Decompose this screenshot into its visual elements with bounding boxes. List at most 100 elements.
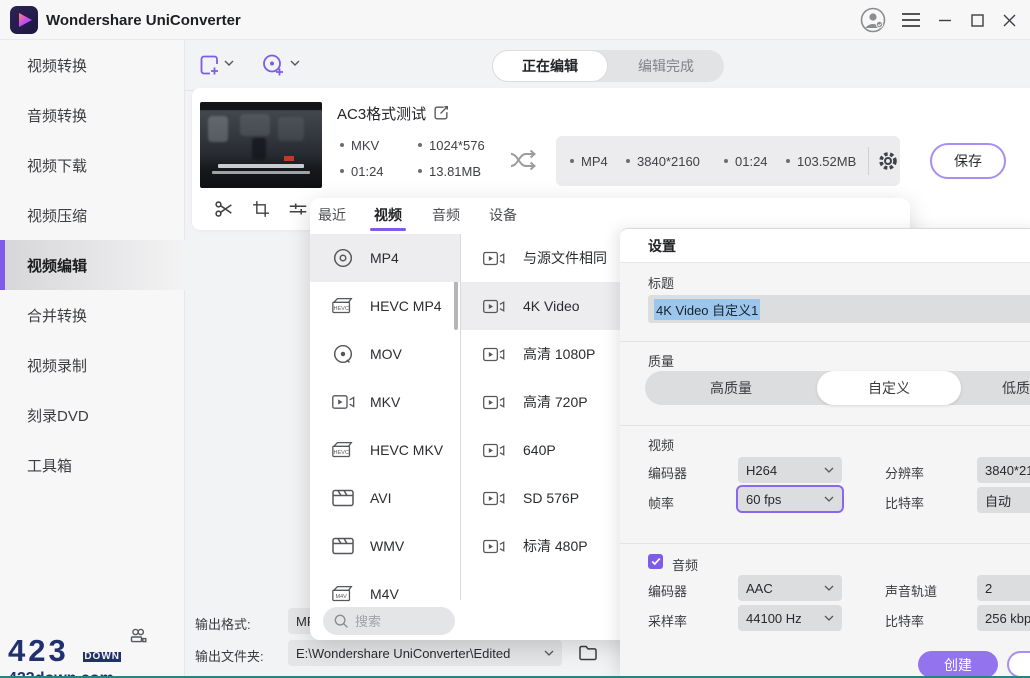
audio-bitrate-label: 比特率 [885,611,924,630]
title-input-selected-text: 4K Video 自定义1 [654,299,760,320]
format-item-hevc-mp4[interactable]: HEVC HEVC MP4 [310,282,460,330]
sidebar-item-video-download[interactable]: 视频下载 [0,140,185,190]
svg-text:HEVC: HEVC [333,306,348,312]
video-framerate-label: 帧率 [648,493,674,512]
section-divider [620,543,1030,544]
format-item-mov[interactable]: MOV [310,330,460,378]
account-avatar[interactable] [858,0,888,40]
search-icon [333,613,349,629]
video-encoder-label: 编码器 [648,463,687,482]
crop-icon[interactable] [249,197,273,221]
sidebar-item-video-edit[interactable]: 视频编辑 [0,240,185,290]
add-file-icon[interactable] [196,52,222,78]
target-settings-gear-icon[interactable] [877,150,899,172]
folder-chevron-icon [544,650,554,657]
tab-edit-done[interactable]: 编辑完成 [608,50,724,82]
disc-icon [330,342,356,366]
video-framerate-select[interactable]: 60 fps [736,485,844,513]
video-encoder-select[interactable]: H264 [738,457,842,483]
effects-sliders-icon[interactable] [286,197,310,221]
video-preset-icon [481,297,505,316]
app-logo-icon [10,6,38,34]
format-item-mkv[interactable]: MKV [310,378,460,426]
audio-channels-value[interactable]: 2 [977,575,1030,601]
video-camera-icon [330,392,356,412]
uniconverter-window: Wondershare UniConverter 视频转换 音频转换 视频下载 [0,0,1030,678]
close-button[interactable] [994,0,1024,40]
popup-tab-device[interactable]: 设备 [489,198,517,232]
video-resolution-value[interactable]: 3840*2160 [977,457,1030,483]
video-preset-icon [481,345,505,364]
open-folder-icon[interactable] [578,644,598,662]
video-bitrate-value[interactable]: 自动 [977,487,1030,513]
video-bitrate-label: 比特率 [885,493,924,512]
video-section-label: 视频 [648,435,674,454]
quality-label: 质量 [648,351,674,370]
accounts-icon[interactable] [128,626,148,646]
format-item-wmv[interactable]: WMV [310,522,460,570]
add-disc-chevron-icon[interactable] [290,60,300,67]
title-input[interactable]: 4K Video 自定义1 [648,295,1030,323]
popup-tab-recent[interactable]: 最近 [318,198,346,232]
title-bar: Wondershare UniConverter [0,0,1030,40]
quality-option-high[interactable]: 高质量 [645,371,817,405]
window-title: Wondershare UniConverter [46,0,241,40]
confirm-button[interactable] [1007,651,1030,678]
settings-panel: 设置 标题 4K Video 自定义1 质量 高质量 自定义 低质量 视频 编码… [620,228,1030,678]
sidebar-item-burn-dvd[interactable]: 刻录DVD [0,390,185,440]
check-icon [651,557,661,566]
format-item-hevc-mkv[interactable]: HEVC HEVC MKV [310,426,460,474]
audio-samplerate-select[interactable]: 44100 Hz [738,605,842,631]
sidebar-item-screen-record[interactable]: 视频录制 [0,340,185,390]
svg-text:HEVC: HEVC [333,450,348,456]
video-thumbnail[interactable] [200,102,322,188]
chevron-down-icon [824,585,834,592]
quality-segmented-control: 高质量 自定义 低质量 [645,371,1030,405]
source-size: 13.81MB [418,162,481,180]
audio-encoder-label: 编码器 [648,581,687,600]
quality-option-custom[interactable]: 自定义 [817,371,961,405]
quality-option-low[interactable]: 低质量 [961,371,1030,405]
convert-shuffle-icon [508,148,538,172]
subtitle-line [218,164,304,168]
minimize-button[interactable] [930,0,960,40]
trim-scissors-icon[interactable] [212,197,236,221]
m4v-badge-icon: M4V [330,582,356,606]
clapperboard-icon [330,487,356,509]
format-item-mp4[interactable]: MP4 [310,234,460,282]
popup-tab-audio[interactable]: 音频 [432,198,460,232]
audio-bitrate-value[interactable]: 256 kbps [977,605,1030,631]
sidebar-item-video-convert[interactable]: 视频转换 [0,40,185,90]
sidebar-item-toolbox[interactable]: 工具箱 [0,440,185,490]
sidebar-item-merge-convert[interactable]: 合并转换 [0,290,185,340]
add-file-chevron-icon[interactable] [224,60,234,67]
tab-editing[interactable]: 正在编辑 [492,50,608,82]
rename-edit-icon[interactable] [432,104,450,122]
clapperboard-icon [330,535,356,557]
sidebar: 视频转换 音频转换 视频下载 视频压缩 视频编辑 合并转换 视频录制 刻录DVD… [0,40,185,678]
file-title: AC3格式测试 [337,103,426,124]
source-duration: 01:24 [340,162,384,180]
format-item-avi[interactable]: AVI [310,474,460,522]
settings-header: 设置 [620,229,1030,263]
save-button[interactable]: 保存 [930,143,1006,179]
editing-status-tabs: 正在编辑 编辑完成 [492,50,724,82]
sidebar-item-video-compress[interactable]: 视频压缩 [0,190,185,240]
popup-tab-video[interactable]: 视频 [374,198,402,232]
audio-encoder-select[interactable]: AAC [738,575,842,601]
audio-enabled-checkbox[interactable] [648,554,663,569]
video-resolution-label: 分辨率 [885,463,924,482]
output-format-label: 输出格式: [195,614,251,633]
menu-icon[interactable] [896,0,926,40]
create-button[interactable]: 创建 [918,651,998,678]
disc-icon [330,246,356,270]
target-resolution: 3840*2160 [626,152,700,170]
sidebar-item-audio-convert[interactable]: 音频转换 [0,90,185,140]
chevron-down-icon [824,496,834,503]
add-disc-icon[interactable] [260,52,286,78]
section-divider [620,425,1030,426]
output-folder-label: 输出文件夹: [195,646,264,665]
output-folder-select[interactable]: E:\Wondershare UniConverter\Edited [288,640,562,666]
video-preset-icon [481,393,505,412]
maximize-button[interactable] [962,0,992,40]
